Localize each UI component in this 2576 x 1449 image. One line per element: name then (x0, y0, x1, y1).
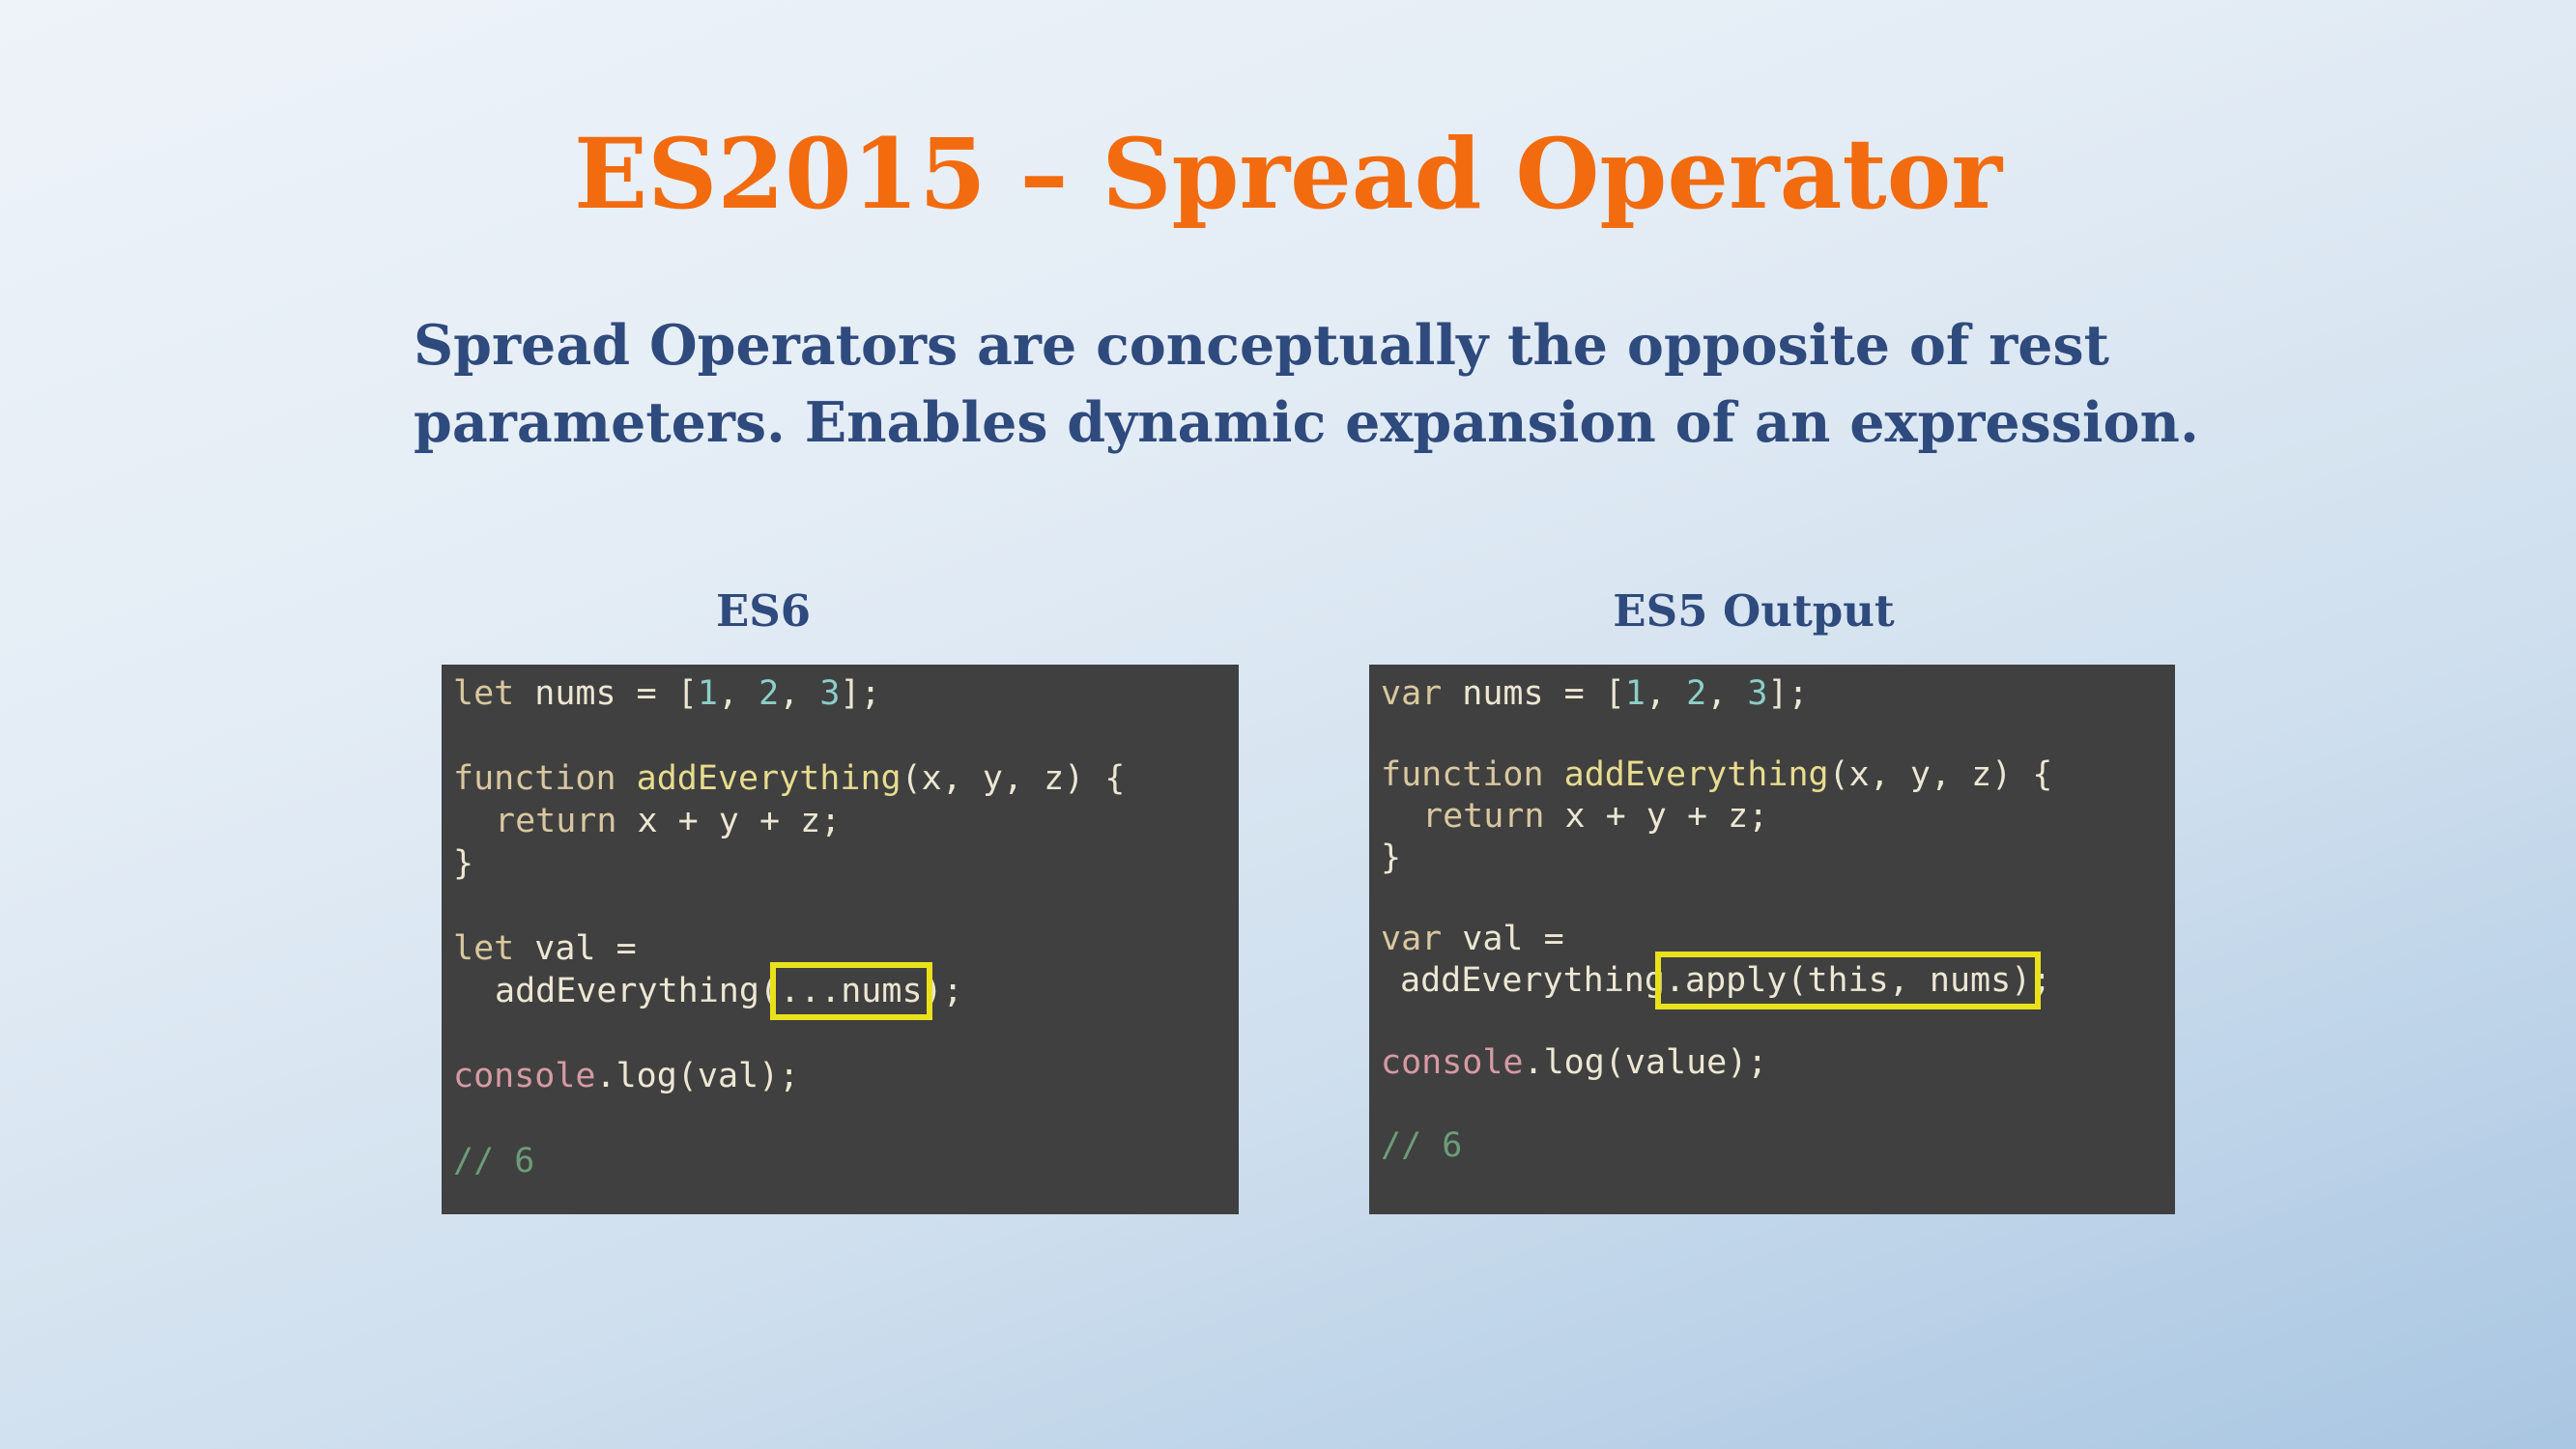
code-line-5: var val = (1381, 920, 1564, 958)
es5-panel-label: ES5 Output (1613, 585, 1895, 637)
code-line-3: return x + y + z; (495, 802, 842, 840)
code-line-6: addEverything(...nums); (495, 962, 963, 1020)
slide-title: ES2015 – Spread Operator (573, 117, 2003, 231)
code-line-2: function addEverything(x, y, z) { (453, 759, 1126, 798)
code-line-4: } (453, 844, 474, 883)
code-line-7: console.log(val); (453, 1057, 800, 1095)
code-line-1: let nums = [1, 2, 3]; (453, 674, 881, 713)
es6-panel-label: ES6 (715, 585, 812, 637)
description-line-2: parameters. Enables dynamic expansion of… (414, 390, 2199, 455)
code-line-4: } (1381, 838, 1402, 877)
es6-code-snippet: let nums = [1, 2, 3]; function addEveryt… (442, 665, 1239, 1214)
spread-highlight-box: ...nums (770, 962, 932, 1020)
code-line-6: addEverything.apply(this, nums); (1400, 952, 2052, 1009)
apply-highlight-box: .apply(this, nums) (1654, 952, 2042, 1009)
code-line-1: var nums = [1, 2, 3]; (1381, 674, 1809, 713)
description-line-1: Spread Operators are conceptually the op… (414, 313, 2109, 378)
code-comment: // 6 (453, 1142, 535, 1180)
code-comment: // 6 (1381, 1126, 1463, 1165)
es5-code-snippet: var nums = [1, 2, 3]; function addEveryt… (1369, 665, 2175, 1214)
code-line-5: let val = (453, 929, 637, 968)
code-line-2: function addEverything(x, y, z) { (1381, 755, 2053, 794)
code-line-7: console.log(value); (1381, 1043, 1768, 1082)
slide-description: Spread Operators are conceptually the op… (414, 307, 2249, 462)
code-line-3: return x + y + z; (1422, 797, 1769, 836)
